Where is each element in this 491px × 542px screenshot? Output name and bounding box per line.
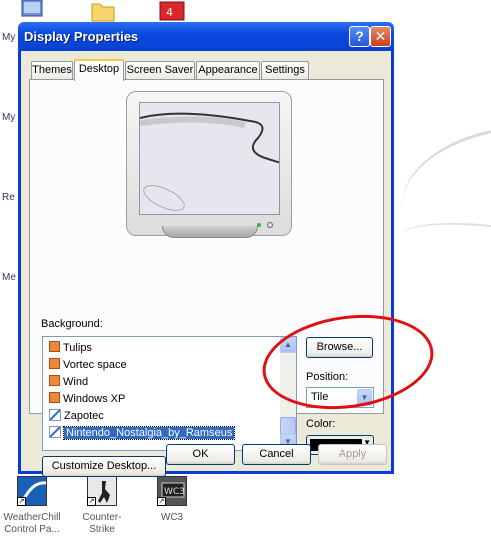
color-label: Color: <box>306 418 336 430</box>
ok-button[interactable]: OK <box>166 444 235 465</box>
list-item[interactable]: Vortec space <box>49 357 279 373</box>
background-list[interactable]: Tulips Vortec space Wind Windows XP Zapo… <box>42 336 297 451</box>
weatherchill-icon: ↗ <box>17 476 47 506</box>
shortcut-arrow-icon: ↗ <box>17 497 26 506</box>
image-file-icon <box>49 358 60 369</box>
monitor-stand <box>162 226 258 238</box>
wallpaper-preview <box>139 102 280 215</box>
desktop-icon-label: My <box>2 32 16 43</box>
apply-button[interactable]: Apply <box>318 444 387 465</box>
window-title: Display Properties <box>24 29 139 44</box>
desktop-icon-weatherchill[interactable]: ↗ WeatherChill Control Pa... <box>0 476 64 536</box>
svg-text:4: 4 <box>166 6 173 19</box>
image-file-icon <box>49 341 60 352</box>
list-item[interactable]: Windows XP <box>49 391 279 407</box>
close-button[interactable]: ✕ <box>370 26 391 47</box>
list-item[interactable]: Zapotec <box>49 408 279 424</box>
folder-icon <box>91 3 115 22</box>
computer-icon <box>21 0 43 17</box>
list-item[interactable]: Wind <box>49 374 279 390</box>
desktop-icon-caption: WeatherChill Control Pa... <box>3 512 61 535</box>
list-item[interactable]: Tulips <box>49 340 279 356</box>
tab-screen-saver[interactable]: Screen Saver <box>125 61 195 79</box>
picture-file-icon <box>49 426 61 438</box>
wc3-icon: WC3 ↗ <box>157 476 187 506</box>
cancel-button[interactable]: Cancel <box>242 444 311 465</box>
tab-settings[interactable]: Settings <box>261 61 309 79</box>
desktop-icon-wc3[interactable]: WC3 ↗ WC3 <box>140 476 204 524</box>
tab-themes[interactable]: Themes <box>31 61 73 79</box>
shortcut-arrow-icon: ↗ <box>157 497 166 506</box>
tab-appearance[interactable]: Appearance <box>196 61 260 79</box>
background-label: Background: <box>41 318 103 330</box>
title-bar[interactable]: Display Properties ? ✕ <box>18 22 394 51</box>
monitor-preview <box>126 91 292 236</box>
desktop-icon-label: My <box>2 112 16 123</box>
desktop-icon-caption: Counter-Strike <box>82 512 122 535</box>
counter-strike-icon: ↗ <box>87 476 117 506</box>
image-file-icon <box>49 375 60 386</box>
scroll-thumb[interactable] <box>280 417 296 435</box>
shortcut-arrow-icon: ↗ <box>87 497 96 506</box>
desktop-wallpaper-swoosh <box>390 109 491 211</box>
desktop-icon-label: Me <box>2 272 16 283</box>
list-item-selected[interactable]: Nintendo_Nostalgia_by_Ramseus <box>49 425 279 441</box>
power-button-icon <box>267 222 273 228</box>
customize-desktop-button[interactable]: Customize Desktop... <box>42 456 166 477</box>
tab-desktop[interactable]: Desktop <box>74 59 124 81</box>
svg-text:WC3: WC3 <box>164 487 185 497</box>
app-icon: 4 <box>159 1 185 21</box>
image-file-icon <box>49 392 60 403</box>
desktop-icon-caption: WC3 <box>160 512 184 523</box>
desktop-wallpaper-swoosh <box>398 215 491 275</box>
desktop-icon-counter-strike[interactable]: ↗ Counter-Strike <box>70 476 134 536</box>
help-button[interactable]: ? <box>349 26 370 47</box>
picture-file-icon <box>49 409 61 421</box>
desktop-icon-label: Re <box>2 192 15 203</box>
